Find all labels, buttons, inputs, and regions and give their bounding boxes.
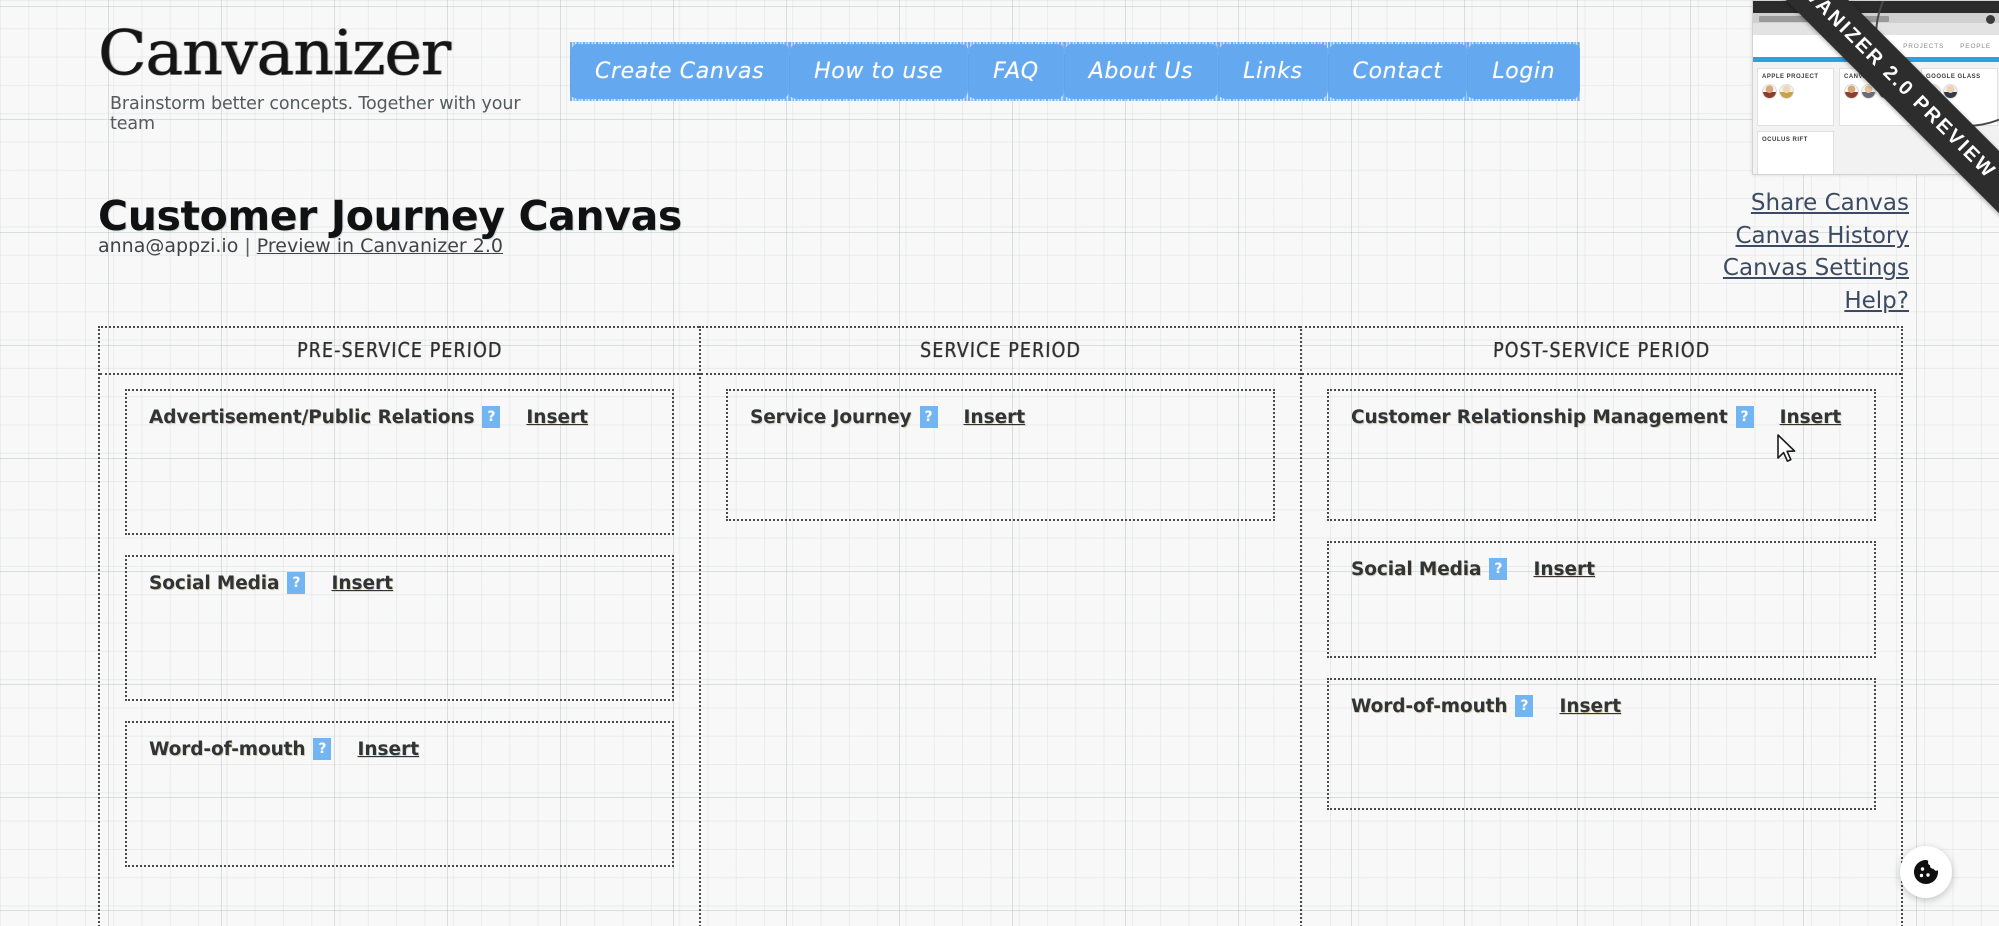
help-link[interactable]: Help? <box>1844 288 1909 316</box>
customer-journey-board: PRE-SERVICE PERIOD Advertisement/Public … <box>98 326 1903 926</box>
canvas-settings-link[interactable]: Canvas Settings <box>1723 255 1909 283</box>
column-body: Advertisement/Public Relations ? Insert … <box>100 375 699 926</box>
nav-brush-decor <box>1218 91 1328 101</box>
help-badge-icon[interactable]: ? <box>482 406 501 428</box>
site-tagline: Brainstorm better concepts. Together wit… <box>110 94 521 134</box>
column-header-label: PRE-SERVICE PERIOD <box>296 338 503 363</box>
card-social-media-pre[interactable]: Social Media ? Insert <box>125 555 674 701</box>
insert-link[interactable]: Insert <box>526 407 588 428</box>
nav-how-to-use[interactable]: How to use <box>789 42 969 101</box>
brand-block: Canvanizer Brainstorm better concepts. T… <box>98 22 538 135</box>
card-head: Word-of-mouth ? Insert <box>149 738 672 760</box>
card-head: Customer Relationship Management ? Inser… <box>1351 406 1874 428</box>
nav-login[interactable]: Login <box>1467 42 1581 101</box>
main-navigation: Create Canvas How to use FAQ About Us Li… <box>569 42 1581 101</box>
column-header-label: SERVICE PERIOD <box>919 338 1082 363</box>
card-title: Word-of-mouth <box>149 738 306 760</box>
insert-link[interactable]: Insert <box>1533 559 1595 580</box>
column-body: Customer Relationship Management ? Inser… <box>1302 375 1901 926</box>
help-badge-icon[interactable]: ? <box>1489 558 1508 580</box>
column-header: SERVICE PERIOD <box>701 328 1300 375</box>
nav-brush-decor <box>570 91 790 101</box>
help-badge-icon[interactable]: ? <box>1735 406 1754 428</box>
card-head: Service Journey ? Insert <box>750 406 1273 428</box>
column-header: POST-SERVICE PERIOD <box>1302 328 1901 375</box>
canvas-history-link[interactable]: Canvas History <box>1735 223 1909 251</box>
nav-faq[interactable]: FAQ <box>968 42 1064 101</box>
card-social-media-post[interactable]: Social Media ? Insert <box>1327 541 1876 658</box>
help-badge-icon[interactable]: ? <box>313 738 332 760</box>
board-column-service: SERVICE PERIOD Service Journey ? Insert <box>699 326 1300 926</box>
insert-link[interactable]: Insert <box>964 407 1026 428</box>
card-head: Social Media ? Insert <box>149 572 672 594</box>
card-title: Service Journey <box>750 406 912 428</box>
canvanizer-logo[interactable]: Canvanizer <box>98 22 547 84</box>
card-advertisement-public-relations[interactable]: Advertisement/Public Relations ? Insert <box>125 389 674 535</box>
nav-create-canvas[interactable]: Create Canvas <box>569 42 790 101</box>
insert-link[interactable]: Insert <box>331 573 393 594</box>
help-badge-icon[interactable]: ? <box>919 406 938 428</box>
card-title: Social Media <box>1351 558 1482 580</box>
card-customer-relationship-management[interactable]: Customer Relationship Management ? Inser… <box>1327 389 1876 521</box>
cookie-icon <box>1914 860 1938 884</box>
help-badge-icon[interactable]: ? <box>1515 695 1534 717</box>
nav-contact[interactable]: Contact <box>1327 42 1468 101</box>
insert-link[interactable]: Insert <box>1780 407 1842 428</box>
preview-in-canvanizer2-link[interactable]: Preview in Canvanizer 2.0 <box>257 235 503 257</box>
card-title: Social Media <box>149 572 280 594</box>
card-word-of-mouth-pre[interactable]: Word-of-mouth ? Insert <box>125 721 674 867</box>
card-service-journey[interactable]: Service Journey ? Insert <box>726 389 1275 521</box>
subline-separator: | <box>244 235 251 257</box>
nav-links[interactable]: Links <box>1218 42 1328 101</box>
card-title: Customer Relationship Management <box>1351 406 1728 428</box>
nav-brush-decor <box>1327 91 1468 101</box>
card-head: Word-of-mouth ? Insert <box>1351 695 1874 717</box>
card-title: Advertisement/Public Relations <box>149 406 475 428</box>
nav-brush-decor <box>789 91 969 101</box>
column-header-label: POST-SERVICE PERIOD <box>1492 338 1711 363</box>
insert-link[interactable]: Insert <box>357 739 419 760</box>
site-header: Canvanizer Brainstorm better concepts. T… <box>0 0 1999 140</box>
board-column-pre-service: PRE-SERVICE PERIOD Advertisement/Public … <box>98 326 699 926</box>
share-canvas-link[interactable]: Share Canvas <box>1751 190 1909 218</box>
page-title: Customer Journey Canvas <box>98 192 682 240</box>
canvas-subline: anna@appzi.io | Preview in Canvanizer 2.0 <box>98 235 503 257</box>
cookie-consent-button[interactable] <box>1900 846 1952 898</box>
insert-link[interactable]: Insert <box>1559 696 1621 717</box>
nav-brush-decor <box>1063 91 1219 101</box>
card-head: Social Media ? Insert <box>1351 558 1874 580</box>
board-column-post-service: POST-SERVICE PERIOD Customer Relationshi… <box>1300 326 1903 926</box>
owner-email: anna@appzi.io <box>98 235 239 257</box>
nav-brush-decor <box>968 91 1064 101</box>
card-head: Advertisement/Public Relations ? Insert <box>149 406 672 428</box>
column-header: PRE-SERVICE PERIOD <box>100 328 699 375</box>
nav-about-us[interactable]: About Us <box>1063 42 1219 101</box>
card-word-of-mouth-post[interactable]: Word-of-mouth ? Insert <box>1327 678 1876 810</box>
column-body: Service Journey ? Insert <box>701 375 1300 926</box>
canvas-actions: Share Canvas Canvas History Canvas Setti… <box>1723 190 1909 315</box>
card-title: Word-of-mouth <box>1351 695 1508 717</box>
nav-brush-decor <box>1467 91 1581 101</box>
help-badge-icon[interactable]: ? <box>287 572 306 594</box>
